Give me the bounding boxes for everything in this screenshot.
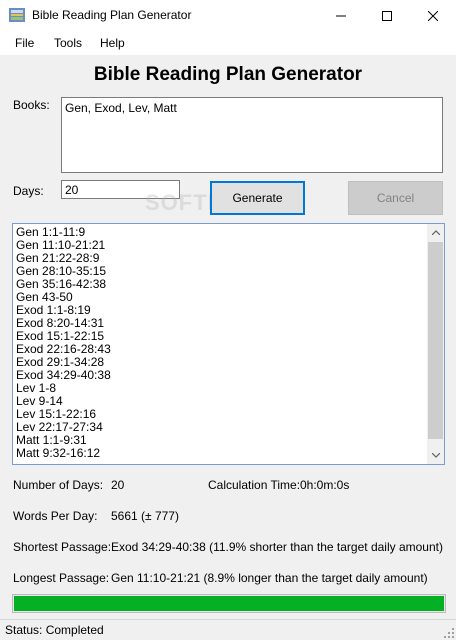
- close-button[interactable]: [410, 0, 456, 31]
- progress-bar-fill: [14, 596, 444, 611]
- calculation-time-label: Calculation Time:: [208, 478, 301, 492]
- longest-passage-label: Longest Passage:: [13, 571, 110, 585]
- title-bar[interactable]: Bible Reading Plan Generator: [0, 0, 456, 31]
- scroll-down-button[interactable]: [427, 447, 444, 464]
- number-of-days-label: Number of Days:: [13, 478, 104, 492]
- list-item[interactable]: Matt 9:32-16:12: [16, 447, 426, 460]
- minimize-icon: [336, 15, 346, 16]
- calculation-time-value: 0h:0m:0s: [300, 478, 350, 492]
- progress-bar: [12, 594, 446, 613]
- generate-button[interactable]: Generate: [210, 181, 305, 215]
- minimize-button[interactable]: [318, 0, 364, 31]
- menu-bar: File Tools Help: [0, 31, 456, 55]
- menu-help[interactable]: Help: [100, 36, 125, 50]
- chevron-down-icon: [431, 453, 440, 458]
- list-item[interactable]: Exod 34:29-40:38: [16, 369, 426, 382]
- menu-tools[interactable]: Tools: [54, 36, 82, 50]
- chevron-up-icon: [431, 230, 440, 235]
- close-icon: [428, 10, 438, 21]
- passage-list-items: Gen 1:1-11:9 Gen 11:10-21:21 Gen 21:22-28:…: [16, 226, 426, 460]
- number-of-days-value: 20: [111, 478, 125, 492]
- scroll-up-button[interactable]: [427, 224, 444, 241]
- app-icon: [9, 8, 25, 22]
- shortest-passage-value: Exod 34:29-40:38 (11.9% shorter than the…: [111, 540, 443, 554]
- status-bar: Status: Completed: [0, 619, 456, 640]
- passage-list[interactable]: Gen 1:1-11:9 Gen 11:10-21:21 Gen 21:22-28:…: [12, 223, 445, 465]
- maximize-button[interactable]: [364, 0, 410, 31]
- words-per-day-value: 5661 (± 777): [111, 509, 179, 523]
- scroll-thumb[interactable]: [428, 242, 443, 439]
- books-label: Books:: [13, 98, 50, 112]
- page-title: Bible Reading Plan Generator: [93, 64, 363, 85]
- words-per-day-label: Words Per Day:: [13, 509, 98, 523]
- books-textarea[interactable]: Gen, Exod, Lev, Matt: [61, 97, 443, 173]
- menu-file[interactable]: File: [15, 36, 34, 50]
- status-text: Status: Completed: [5, 623, 104, 637]
- resize-grip-icon[interactable]: [444, 628, 454, 638]
- maximize-icon: [382, 10, 392, 21]
- window-title: Bible Reading Plan Generator: [32, 8, 192, 22]
- cancel-button[interactable]: Cancel: [348, 181, 443, 215]
- list-item[interactable]: Gen 35:16-42:38: [16, 278, 426, 291]
- days-label: Days:: [13, 184, 44, 198]
- longest-passage-value: Gen 11:10-21:21 (8.9% longer than the ta…: [111, 571, 428, 585]
- scrollbar[interactable]: [427, 224, 444, 464]
- app-window: Bible Reading Plan Generator File Tools …: [0, 0, 456, 640]
- shortest-passage-label: Shortest Passage:: [13, 540, 112, 554]
- list-item[interactable]: Lev 1-8: [16, 382, 426, 395]
